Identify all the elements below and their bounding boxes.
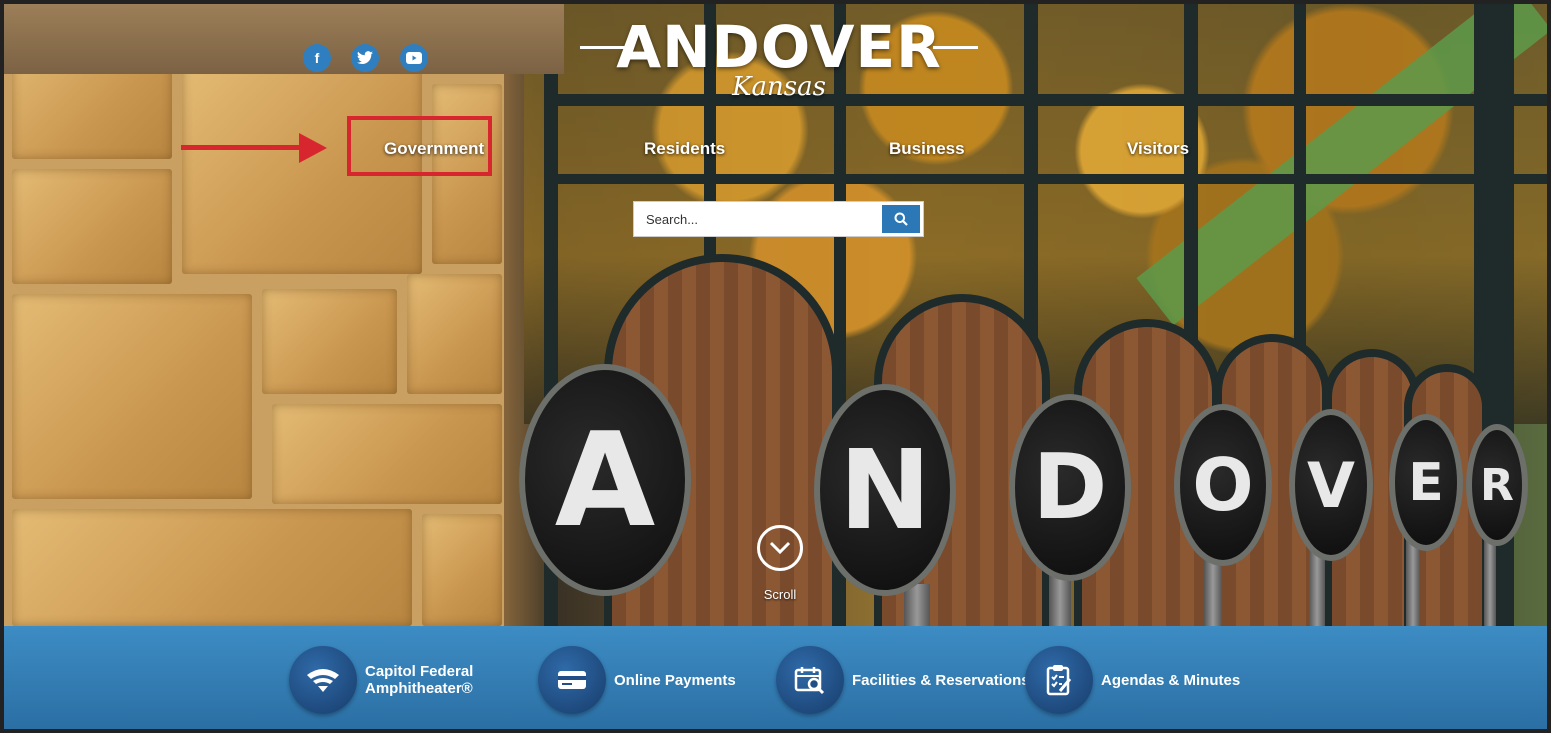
- amphitheater-icon: [289, 646, 357, 714]
- facebook-icon[interactable]: f: [303, 44, 331, 72]
- quick-link-label: Agendas & Minutes: [1101, 671, 1241, 689]
- search-input[interactable]: [634, 202, 903, 236]
- logo-left-line: [580, 46, 625, 49]
- stone-block: [12, 509, 412, 626]
- clipboard-icon: [1025, 646, 1093, 714]
- quick-link-label: Capitol Federal Amphitheater®: [365, 663, 473, 697]
- sign-letter: A: [519, 364, 691, 596]
- stone-block: [12, 294, 252, 499]
- screenshot-frame: A N D O V E R f ANDOVER Kansas Governmen…: [0, 0, 1551, 733]
- sign-letter: E: [1389, 414, 1463, 551]
- quick-link-label: Facilities & Reservations: [852, 671, 1030, 689]
- hero-banner: A N D O V E R f ANDOVER Kansas Governmen…: [4, 4, 1547, 626]
- site-logo[interactable]: ANDOVER Kansas: [574, 16, 984, 102]
- search-box: [633, 201, 924, 237]
- sign-letter: O: [1174, 404, 1272, 566]
- stone-block: [262, 289, 397, 394]
- sign-letter: N: [814, 384, 956, 596]
- quick-link-facilities[interactable]: Facilities & Reservations: [776, 646, 1030, 714]
- scroll-button[interactable]: Scroll: [754, 525, 806, 602]
- stone-wall: [4, 4, 504, 626]
- quick-link-amphitheater[interactable]: Capitol Federal Amphitheater®: [289, 646, 473, 714]
- sign-letter: R: [1466, 424, 1528, 546]
- youtube-icon[interactable]: [400, 44, 428, 72]
- nav-visitors[interactable]: Visitors: [1127, 139, 1189, 159]
- quick-link-label: Online Payments: [614, 671, 736, 689]
- stone-block: [422, 514, 502, 626]
- stone-block: [272, 404, 502, 504]
- logo-right-line: [933, 46, 978, 49]
- stone-block: [12, 169, 172, 284]
- annotation-arrow-head: [299, 133, 327, 163]
- quick-link-label-line2: Amphitheater®: [365, 680, 473, 697]
- search-icon: [894, 212, 908, 226]
- sign-letter: D: [1009, 394, 1131, 581]
- sign-letter: V: [1289, 409, 1373, 561]
- quick-link-online-payments[interactable]: Online Payments: [538, 646, 736, 714]
- stone-ledge: [4, 4, 564, 74]
- search-button[interactable]: [882, 205, 920, 233]
- sign-post: [1406, 539, 1420, 626]
- quick-link-agendas[interactable]: Agendas & Minutes: [1025, 646, 1240, 714]
- calendar-search-icon: [776, 646, 844, 714]
- quick-links-bar: Capitol Federal Amphitheater® Online Pay…: [4, 626, 1547, 729]
- credit-card-icon: [538, 646, 606, 714]
- gate-rail: [544, 174, 1547, 184]
- highlight-box: [347, 116, 492, 176]
- nav-residents[interactable]: Residents: [644, 139, 725, 159]
- twitter-icon[interactable]: [351, 44, 379, 72]
- nav-business[interactable]: Business: [889, 139, 965, 159]
- quick-link-label-line1: Capitol Federal: [365, 663, 474, 680]
- annotation-arrow: [181, 145, 301, 150]
- scroll-label: Scroll: [763, 587, 797, 602]
- logo-title: ANDOVER: [616, 13, 942, 81]
- chevron-down-icon: [757, 525, 803, 571]
- stone-block: [407, 274, 502, 394]
- sign-post: [1484, 534, 1496, 626]
